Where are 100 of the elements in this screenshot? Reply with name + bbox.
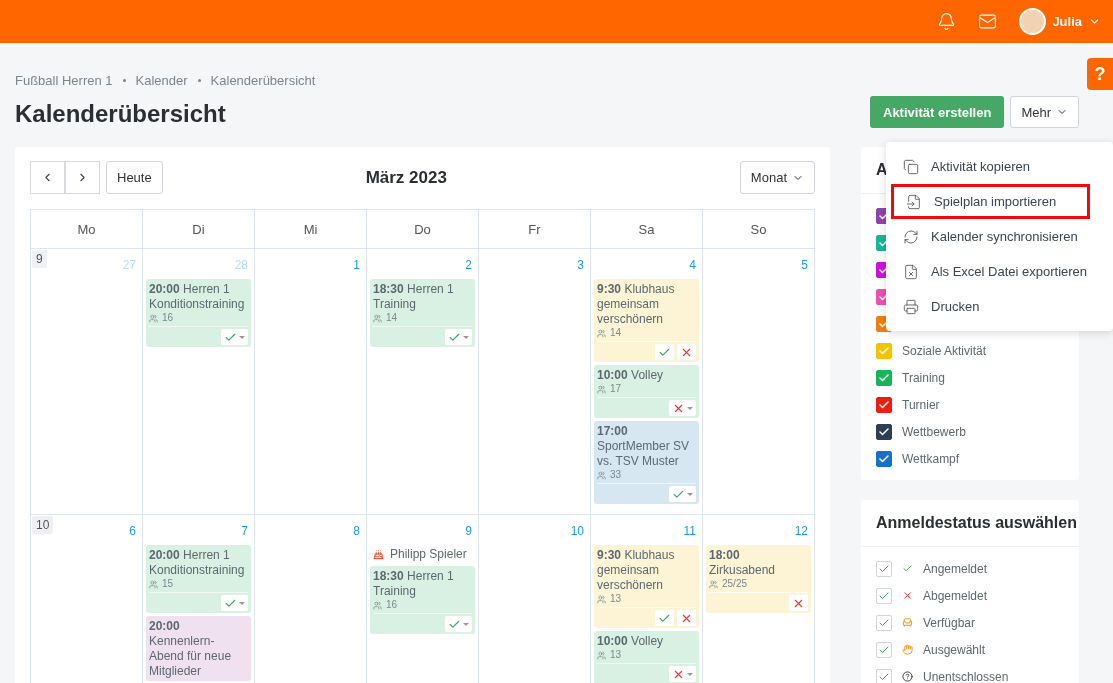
participant-count: 13 [597,593,696,605]
help-button[interactable]: ? [1087,58,1113,90]
event-card[interactable]: 18:30 Herren 1 Training 14 [370,279,475,347]
event-card[interactable]: 10:00 Volley 13 [594,631,699,683]
people-icon [149,579,158,589]
check-icon [878,452,890,465]
day-cell[interactable]: 10 [479,515,591,683]
weekday-header: So [703,210,815,249]
sync-icon [903,228,919,245]
birthday-entry[interactable]: Philipp Spieler [370,545,475,563]
response-button[interactable] [677,610,696,626]
day-cell[interactable]: 7 20:00 Herren 1 Konditionstraining 15 20:00 Kennenlern-Abend für neue Mitglieder [143,515,255,683]
response-button[interactable] [669,666,696,682]
people-icon [597,594,606,604]
day-cell[interactable]: 12 18:00 Zirkusabend 25/25 [703,515,815,683]
breadcrumb-link[interactable]: Fußball Herren 1 [15,73,113,88]
people-icon [597,384,606,394]
breadcrumb-link[interactable]: Kalender [135,73,188,88]
event-title: 9:30 Klubhaus gemeinsam verschönern [597,282,676,327]
day-cell[interactable]: 5 [703,249,815,515]
event-card[interactable]: 17:00 SportMember SV vs. TSV Muster 33 [594,421,699,504]
category-label: Soziale Aktivität [902,343,987,358]
response-button[interactable] [669,400,696,416]
day-cell[interactable]: 9 Philipp Spieler 18:30 Herren 1 Training 16 [367,515,479,683]
event-title: 10:00 Volley [597,368,665,383]
participant-count: 16 [149,312,248,324]
day-number: 5 [801,257,809,272]
day-number: 28 [234,257,249,272]
response-button[interactable] [221,595,248,611]
day-cell[interactable]: 8 [255,515,367,683]
check-icon [902,563,913,574]
event-card[interactable]: 20:00 Herren 1 Konditionstraining 15 [146,545,251,613]
day-cell[interactable]: 1 [255,249,367,515]
category-checkbox[interactable] [876,369,892,386]
menu-item[interactable]: Kalender synchronisieren [886,219,1113,254]
event-card[interactable]: 20:00 Kennenlern-Abend für neue Mitglieder [146,616,251,681]
weekday-header: Di [143,210,255,249]
day-number: 12 [794,523,809,538]
category-checkbox[interactable] [876,423,892,440]
day-number: 6 [129,523,137,538]
event-card[interactable]: 10:00 Volley 17 [594,365,699,418]
day-cell[interactable]: 2 18:30 Herren 1 Training 14 [367,249,479,515]
day-cell[interactable]: 3 [479,249,591,515]
user-menu[interactable]: Julia [1019,8,1101,35]
status-checkbox[interactable] [876,614,892,631]
status-checkbox[interactable] [876,587,892,604]
view-dropdown[interactable]: Monat [739,161,815,194]
today-button[interactable]: Heute [106,161,163,194]
menu-item[interactable]: Als Excel Datei exportieren [886,254,1113,289]
day-cell[interactable]: 9 27 [31,249,143,515]
response-button[interactable] [445,329,472,345]
response-button[interactable] [669,486,696,502]
day-number: 11 [683,523,697,538]
response-button[interactable] [789,595,808,611]
create-activity-button[interactable]: Aktivität erstellen [870,96,1005,128]
cake-icon [373,548,384,560]
response-button[interactable] [221,329,248,345]
response-button[interactable] [655,610,674,626]
weekday-header: Mi [255,210,367,249]
breadcrumb-link[interactable]: Kalenderübersicht [210,73,316,88]
copy-icon [903,158,919,175]
event-card[interactable]: 18:00 Zirkusabend 25/25 [706,545,811,613]
event-card[interactable]: 9:30 Klubhaus gemeinsam verschönern 13 [594,545,699,628]
check-icon [878,398,890,411]
people-icon [149,313,158,323]
weekday-header: Do [367,210,479,249]
category-checkbox[interactable] [876,396,892,413]
people-icon [373,313,382,323]
response-button[interactable] [677,344,696,360]
day-cell[interactable]: 4 9:30 Klubhaus gemeinsam verschönern 14 10:00 Volley 17 17:00 SportMember SV vs. TSV Muster 33 [591,249,703,515]
more-button[interactable]: Mehr [1010,96,1079,128]
event-card[interactable]: 9:30 Klubhaus gemeinsam verschönern 14 [594,279,699,362]
status-label: Unentschlossen [923,669,1009,683]
response-button[interactable] [655,344,674,360]
status-checkbox[interactable] [876,641,892,658]
check-icon [878,371,890,384]
status-label: Abgemeldet [923,588,988,603]
week-number: 9 [32,250,47,268]
day-number: 8 [353,523,361,538]
status-checkbox[interactable] [876,560,892,577]
event-card[interactable]: 18:30 Herren 1 Training 16 [370,566,475,634]
day-number: 7 [241,523,249,538]
menu-item[interactable]: Drucken [886,289,1113,324]
day-cell[interactable]: 28 20:00 Herren 1 Konditionstraining 16 [143,249,255,515]
response-button[interactable] [445,616,472,632]
bell-icon[interactable] [937,12,957,31]
category-label: Wettbewerb [902,424,966,439]
week-number: 10 [32,516,54,534]
day-cell[interactable]: 10 6 [31,515,143,683]
status-checkbox[interactable] [876,668,892,683]
avatar [1019,8,1047,35]
category-checkbox[interactable] [876,450,892,467]
spreadsheet-file-icon [903,263,919,280]
menu-item[interactable]: Spielplan importieren [891,184,1090,219]
event-card[interactable]: 20:00 Herren 1 Konditionstraining 16 [146,279,251,347]
day-number: 4 [689,257,697,272]
day-cell[interactable]: 11 9:30 Klubhaus gemeinsam verschönern 13 10:00 Volley 13 [591,515,703,683]
mail-icon[interactable] [978,12,998,31]
event-title: 18:30 Herren 1 Training [373,282,455,312]
check-icon [878,425,890,438]
